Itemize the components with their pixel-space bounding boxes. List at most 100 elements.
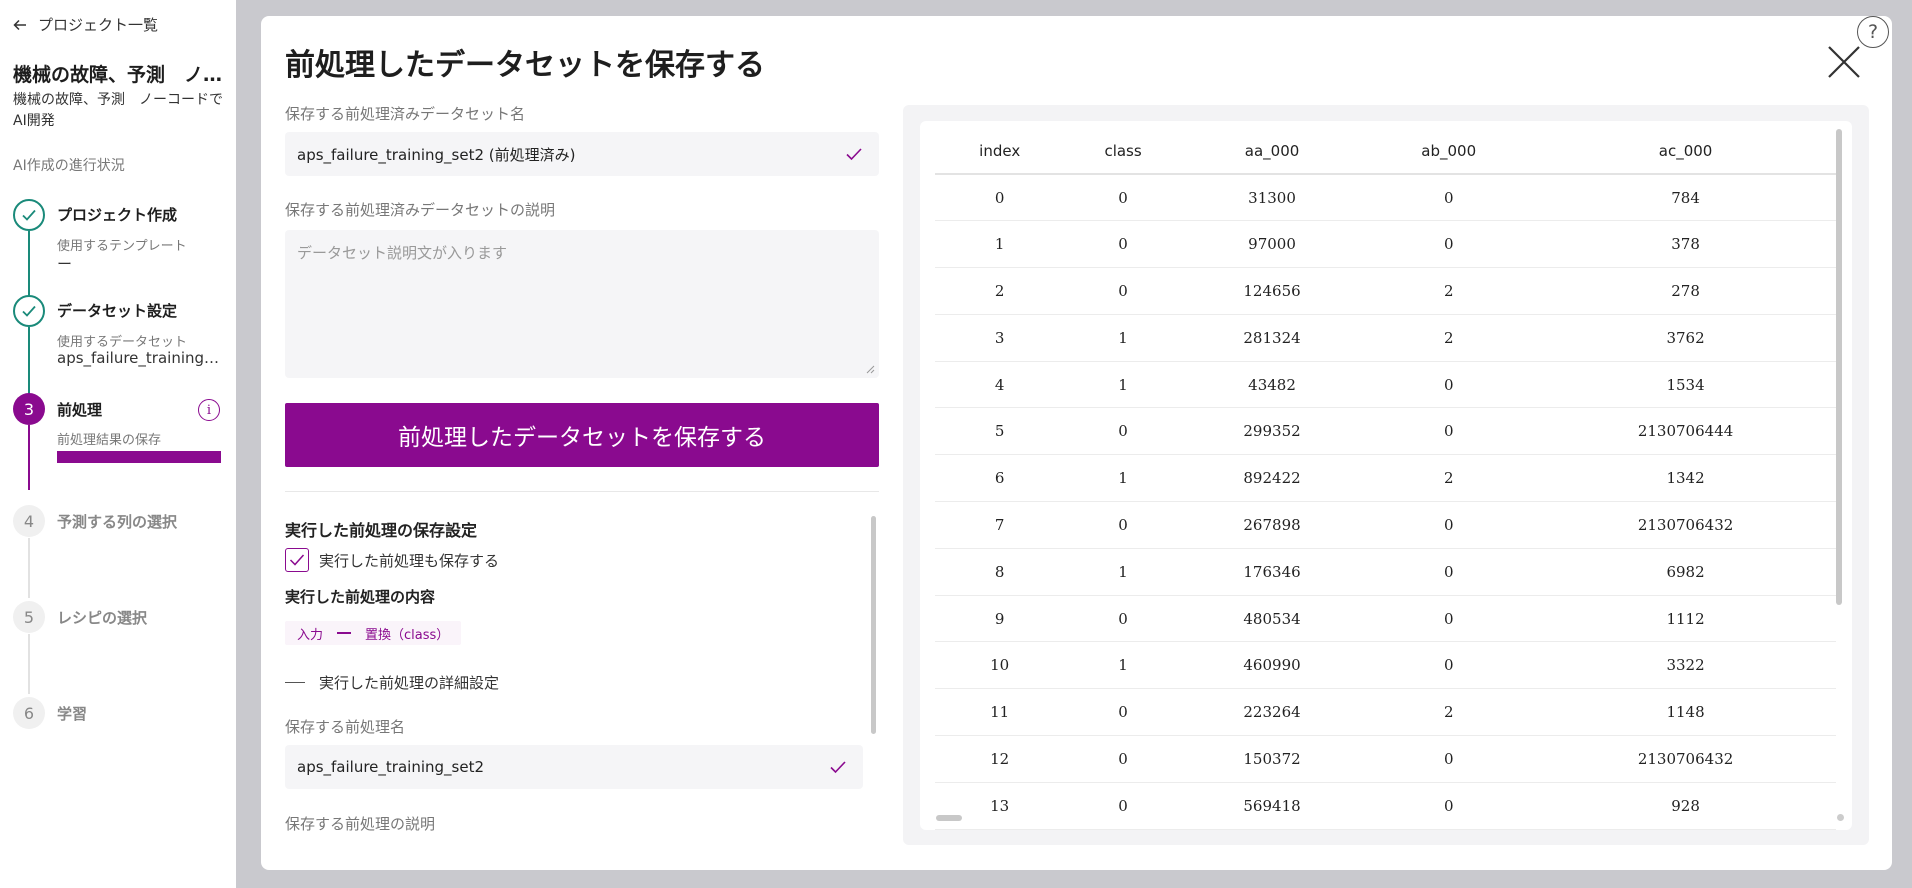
table-cell: 278: [1535, 267, 1836, 315]
save-preprocess-checkbox[interactable]: [285, 548, 309, 572]
table-row: 13 0 569418 0 928: [935, 782, 1836, 830]
step-1-sub: 使用するテンプレート: [57, 239, 187, 254]
step-2-value: aps_failure_training_set2: [57, 349, 222, 367]
modal-title: 前処理したデータセットを保存する: [285, 48, 765, 83]
step-2-title[interactable]: データセット設定: [57, 300, 177, 321]
step-1-title[interactable]: プロジェクト作成: [57, 204, 177, 225]
step-3-progress-bar: [57, 451, 221, 463]
table-vertical-scrollbar[interactable]: [1836, 129, 1842, 605]
table-cell: 0: [1064, 782, 1182, 830]
dataset-name-field[interactable]: aps_failure_training_set2 (前処理済み): [285, 132, 879, 176]
back-to-projects-link[interactable]: プロジェクト一覧: [12, 14, 158, 35]
table-row: 3 1 281324 2 3762: [935, 314, 1836, 362]
table-cell: 11: [935, 688, 1065, 737]
step-connector: [28, 327, 30, 397]
pipeline-step: 入力: [297, 627, 324, 643]
table-cell: 2: [1362, 454, 1536, 503]
pipeline-connector: [337, 632, 352, 634]
table-cell: 0: [1362, 174, 1536, 222]
step-connector: [28, 538, 30, 598]
table-cell: 2: [1362, 314, 1536, 362]
step-6-todo: 6: [13, 697, 45, 729]
preprocess-name-field[interactable]: aps_failure_training_set2: [285, 745, 863, 789]
back-label: プロジェクト一覧: [38, 16, 159, 34]
table-cell: 1112: [1535, 595, 1836, 643]
table-cell: 0: [1064, 735, 1182, 783]
close-button[interactable]: [1826, 44, 1862, 80]
dataset-name-label: 保存する前処理済みデータセット名: [285, 105, 526, 123]
table-cell: 0: [935, 174, 1065, 222]
table-cell: 0: [1362, 501, 1536, 549]
table-cell: 4: [935, 361, 1065, 409]
table-cell: 480534: [1181, 595, 1363, 643]
table-cell: 0: [1064, 407, 1182, 456]
save-dataset-button[interactable]: 前処理したデータセットを保存する: [285, 403, 879, 467]
table-cell: 31300: [1181, 174, 1363, 222]
table-cell: 0: [1362, 407, 1536, 456]
table-cell: 3762: [1535, 314, 1836, 362]
table-cell: 223264: [1181, 688, 1363, 737]
table-row: 11 0 223264 2 1148: [935, 688, 1836, 737]
preview-table: index class aa_000 ab_000 ac_000 0 0 31300…: [935, 129, 1836, 830]
check-icon: [22, 209, 36, 221]
table-cell: 299352: [1181, 407, 1363, 456]
table-cell: 928: [1535, 782, 1836, 830]
table-cell: 0: [1362, 361, 1536, 409]
progress-label: AI作成の進行状況: [13, 158, 125, 174]
column-header: ab_000: [1362, 129, 1536, 175]
help-button[interactable]: ?: [1857, 16, 1889, 48]
table-cell: 13: [935, 782, 1065, 830]
dataset-name-value: aps_failure_training_set2 (前処理済み): [297, 145, 576, 164]
table-cell: 267898: [1181, 501, 1363, 549]
table-cell: 0: [1362, 641, 1536, 690]
step-5-title: レシピの選択: [57, 609, 148, 627]
table-cell: 2130706444: [1535, 407, 1836, 456]
info-icon[interactable]: i: [198, 399, 220, 421]
step-1-value: ー: [57, 255, 73, 273]
table-cell: 460990: [1181, 641, 1363, 690]
table-cell: 0: [1064, 501, 1182, 549]
column-header: aa_000: [1181, 129, 1363, 175]
table-cell: 6: [935, 454, 1065, 503]
step-2-done[interactable]: [13, 295, 45, 327]
table-row: 12 0 150372 0 2130706432: [935, 735, 1836, 783]
help-icon: ?: [1867, 21, 1879, 43]
save-preprocess-label: 実行した前処理も保存する: [319, 551, 500, 570]
table-row: 1 0 97000 0 378: [935, 220, 1836, 269]
table-cell: 150372: [1181, 735, 1363, 783]
project-title: 機械の故障、予測 ノーコードでAI開発: [13, 64, 225, 86]
save-preprocess-checkbox-row[interactable]: 実行した前処理も保存する: [285, 548, 499, 572]
pipeline-step: 置換（class）: [365, 627, 450, 643]
detail-settings-toggle[interactable]: 実行した前処理の詳細設定: [285, 672, 499, 693]
table-row: 4 1 43482 0 1534: [935, 361, 1836, 409]
step-1-done[interactable]: [13, 199, 45, 231]
dataset-desc-textarea[interactable]: データセット説明文が入ります: [285, 230, 879, 378]
table-cell: 0: [1362, 782, 1536, 830]
step-6-title: 学習: [57, 705, 88, 723]
table-cell: 1: [1064, 454, 1182, 503]
table-cell: 2130706432: [1535, 735, 1836, 783]
step-5-todo: 5: [13, 601, 45, 633]
dataset-desc-label: 保存する前処理済みデータセットの説明: [285, 201, 556, 219]
table-cell: 10: [935, 641, 1065, 690]
contents-title: 実行した前処理の内容: [285, 588, 436, 606]
resize-grip-icon[interactable]: [865, 364, 875, 374]
table-cell: 2: [1362, 267, 1536, 315]
table-cell: 0: [1362, 220, 1536, 269]
scrollbar-end: [1837, 814, 1844, 821]
table-cell: 784: [1535, 174, 1836, 222]
step-3-title[interactable]: 前処理: [57, 399, 102, 420]
table-cell: 281324: [1181, 314, 1363, 362]
column-header: class: [1064, 129, 1182, 175]
step-4-title: 予測する列の選択: [57, 513, 178, 531]
table-cell: 1148: [1535, 688, 1836, 737]
detail-settings-label: 実行した前処理の詳細設定: [319, 674, 500, 692]
step-3-current[interactable]: 3: [13, 393, 45, 425]
table-cell: 0: [1064, 267, 1182, 315]
table-cell: 3: [935, 314, 1065, 362]
table-cell: 1: [1064, 361, 1182, 409]
table-horizontal-scrollbar[interactable]: [936, 815, 962, 821]
form-scrollbar[interactable]: [871, 516, 876, 734]
table-cell: 6982: [1535, 548, 1836, 596]
table-cell: 1534: [1535, 361, 1836, 409]
